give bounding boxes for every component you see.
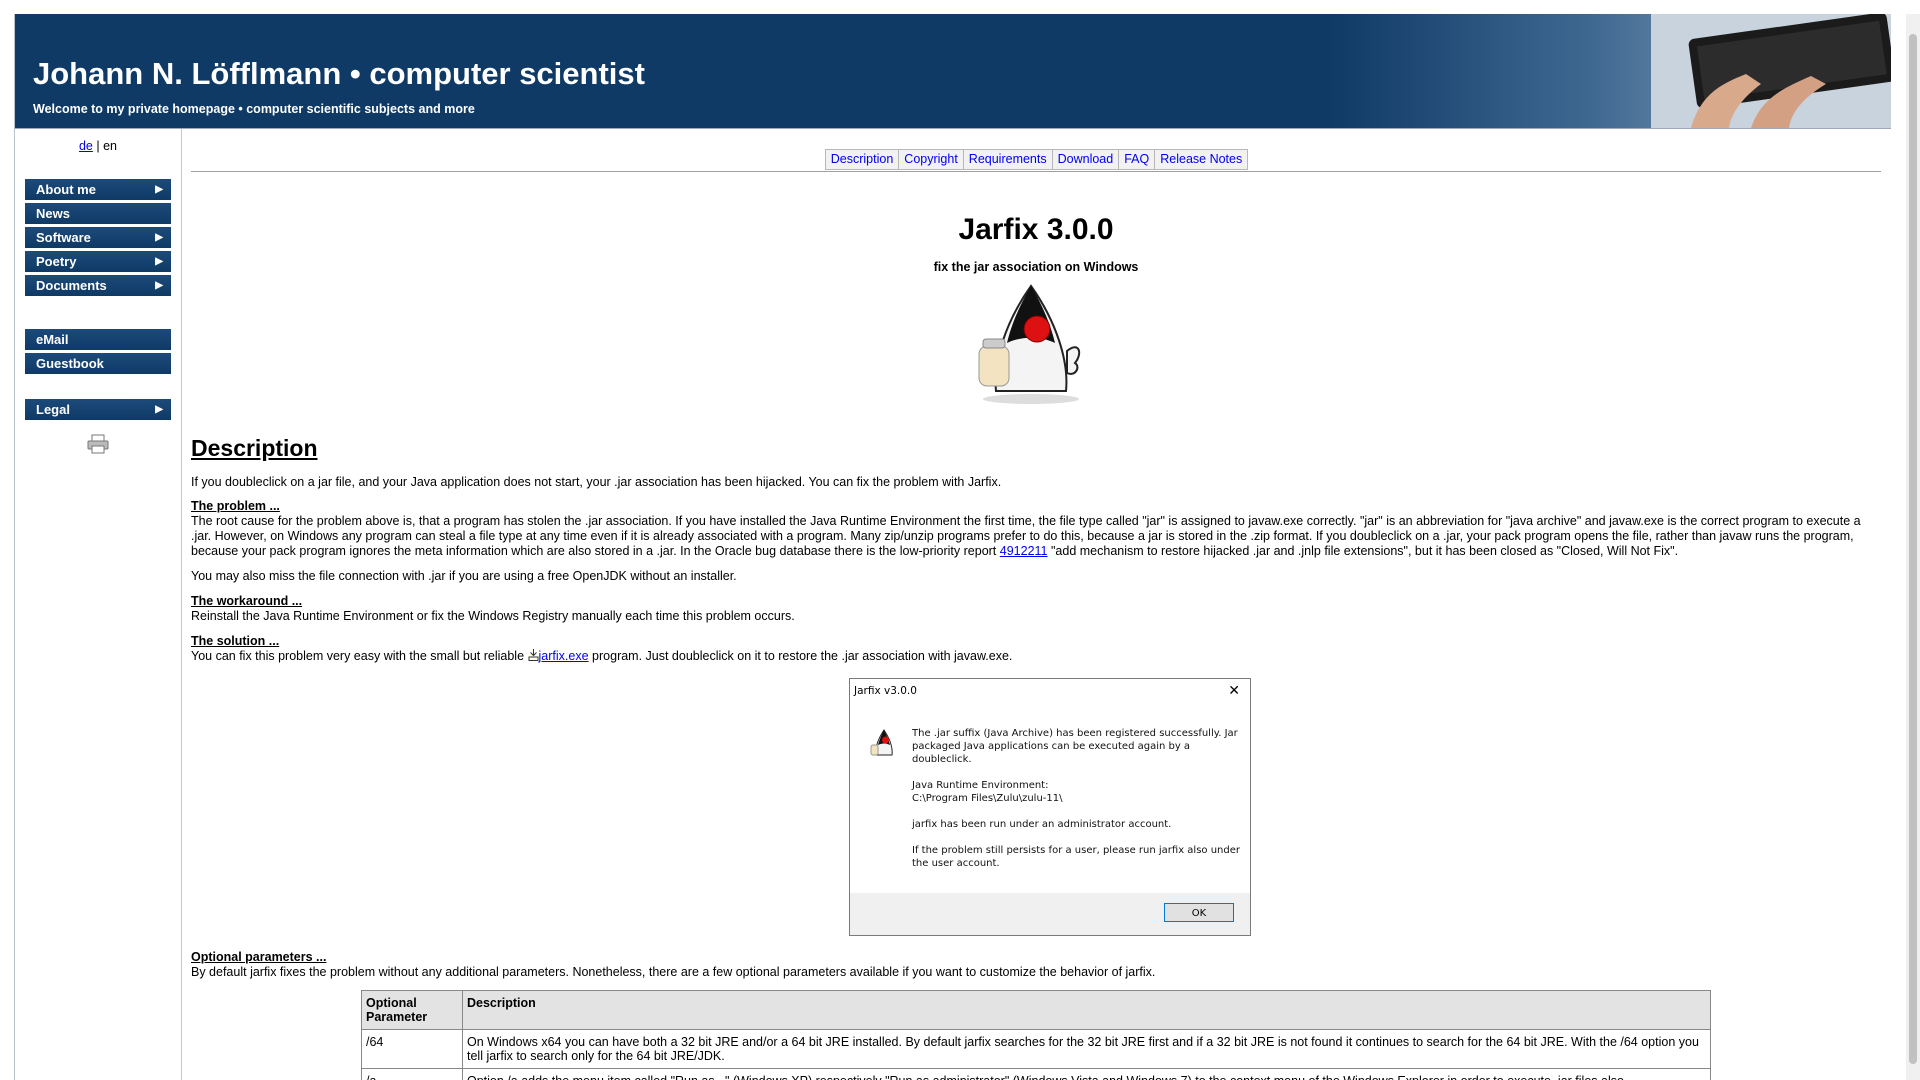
tab-download[interactable]: Download (1051, 149, 1120, 170)
menu-item-label: Legal (36, 402, 70, 417)
table-cell-param: /a (361, 1068, 463, 1080)
optional-text: By default jarfix fixes the problem with… (191, 965, 1156, 979)
scrollbar-thumb[interactable] (1909, 34, 1917, 1064)
vertical-scrollbar[interactable] (1906, 14, 1920, 1080)
tab-requirements[interactable]: Requirements (962, 149, 1053, 170)
legal-menu: Legal ▶ (25, 399, 171, 423)
menu-item-label: Documents (36, 278, 107, 293)
openjdk-text: You may also miss the file connection wi… (191, 569, 737, 583)
table-cell-desc: On Windows x64 you can have both a 32 bi… (462, 1029, 1711, 1069)
intro-text: If you doubleclick on a jar file, and yo… (191, 475, 1002, 489)
table-header-row: Optional Parameter Description (361, 990, 1711, 1030)
site-title: Johann N. Löfflmann • computer scientist (33, 56, 645, 91)
submenu-arrow-icon: ▶ (155, 404, 163, 415)
main-content: Description Copyright Requirements Downl… (191, 129, 1881, 1080)
menu-item-label: Poetry (36, 254, 77, 269)
dialog-titlebar: Jarfix v3.0.0 ✕ (850, 679, 1250, 703)
submenu-arrow-icon: ▶ (155, 256, 163, 267)
menu-item-label: eMail (36, 332, 69, 347)
submenu-arrow-icon: ▶ (155, 184, 163, 195)
optional-heading-label: Optional parameters ... (191, 950, 327, 964)
lang-separator: | (96, 139, 100, 153)
close-icon: ✕ (1228, 683, 1240, 699)
section-tabs: Description Copyright Requirements Downl… (191, 149, 1881, 172)
table-header-param: Optional Parameter (361, 990, 463, 1030)
solution-text: You can fix this problem very easy with … (191, 649, 1881, 664)
contact-menu: eMail Guestbook (25, 329, 171, 377)
table-cell-param: /64 (361, 1029, 463, 1069)
page-subtitle: fix the jar association on Windows (933, 260, 1139, 274)
table-cell-desc: Option /a adds the menu item called "Run… (462, 1068, 1711, 1080)
language-switcher: de | en (15, 139, 181, 153)
dialog-line-user: If the problem still persists for a user… (912, 845, 1240, 869)
site-header: Johann N. Löfflmann • computer scientist… (15, 14, 1891, 129)
page-title: Jarfix 3.0.0 (958, 213, 1114, 246)
jarfix-download-link[interactable]: jarfix.exe (539, 649, 589, 663)
tab-release-notes[interactable]: Release Notes (1154, 149, 1249, 170)
download-icon (528, 649, 539, 661)
submenu-arrow-icon: ▶ (155, 232, 163, 243)
workaround-heading-label: The workaround ... (191, 594, 303, 608)
lang-de-link[interactable]: de (79, 139, 93, 153)
workaround-heading: The workaround ... (191, 594, 1881, 609)
table-header-desc: Description (462, 990, 1711, 1030)
problem-text: The root cause for the problem above is,… (191, 514, 1881, 559)
table-row: /64 On Windows x64 you can have both a 3… (361, 1029, 1711, 1069)
menu-item-label: News (36, 206, 70, 221)
tab-faq[interactable]: FAQ (1118, 149, 1156, 170)
dialog-line-admin: jarfix has been run under an administrat… (912, 819, 1172, 830)
section-heading-description: Description (191, 435, 318, 461)
table-row: /a Option /a adds the menu item called "… (361, 1068, 1711, 1080)
java-duke-small-icon (870, 729, 893, 756)
solution-text-body: You can fix this problem very easy with … (191, 649, 525, 663)
submenu-arrow-icon: ▶ (155, 280, 163, 291)
solution-heading: The solution ... (191, 634, 1881, 649)
lang-en-current: en (103, 139, 118, 153)
menu-item-legal[interactable]: Legal ▶ (25, 399, 171, 420)
dialog-line-jre: Java Runtime Environment: C:\Program Fil… (912, 779, 1242, 805)
problem-heading-label: The problem ... (191, 499, 280, 513)
java-duke-mascot-icon (978, 284, 1081, 404)
menu-item-label: Software (36, 230, 91, 245)
solution-heading-label: The solution ... (191, 634, 280, 648)
keyboard-hands-image (1651, 14, 1891, 128)
menu-item-label: About me (36, 182, 96, 197)
left-sidebar: de | en About me ▶ News Software ▶ Poetr… (15, 129, 182, 1080)
dialog-message: The .jar suffix (Java Archive) has been … (912, 727, 1242, 883)
dialog-line-success: The .jar suffix (Java Archive) has been … (912, 728, 1238, 765)
menu-item-about-me[interactable]: About me ▶ (25, 179, 171, 200)
dialog-footer: OK (850, 893, 1250, 935)
optional-parameters-table: Optional Parameter Description /64 On Wi… (361, 990, 1711, 1080)
dialog-jre-path: C:\Program Files\Zulu\zulu-11\ (912, 793, 1063, 804)
workaround-text: Reinstall the Java Runtime Environment o… (191, 609, 795, 623)
main-menu: About me ▶ News Software ▶ Poetry ▶ Docu… (25, 179, 171, 299)
solution-text-end: program. Just doubleclick on it to resto… (592, 649, 1013, 663)
dialog-ok-button: OK (1164, 903, 1234, 922)
print-icon[interactable] (87, 434, 109, 454)
problem-text-end: "add mechanism to restore hijacked .jar … (1051, 544, 1679, 558)
tab-description[interactable]: Description (824, 149, 900, 170)
bug-report-link[interactable]: 4912211 (1000, 544, 1048, 558)
menu-item-guestbook[interactable]: Guestbook (25, 353, 171, 374)
dialog-jre-label: Java Runtime Environment: (912, 780, 1049, 791)
problem-heading: The problem ... (191, 499, 1881, 514)
jarfix-dialog-screenshot: Jarfix v3.0.0 ✕ The .jar suffix (Java Ar… (849, 678, 1251, 936)
tab-copyright[interactable]: Copyright (898, 149, 964, 170)
page: Johann N. Löfflmann • computer scientist… (14, 14, 1891, 1080)
dialog-title: Jarfix v3.0.0 (854, 685, 917, 697)
menu-item-poetry[interactable]: Poetry ▶ (25, 251, 171, 272)
menu-item-software[interactable]: Software ▶ (25, 227, 171, 248)
menu-item-label: Guestbook (36, 356, 104, 371)
optional-heading: Optional parameters ... (191, 950, 1881, 965)
menu-item-email[interactable]: eMail (25, 329, 171, 350)
menu-item-news[interactable]: News (25, 203, 171, 224)
menu-item-documents[interactable]: Documents ▶ (25, 275, 171, 296)
site-subtitle: Welcome to my private homepage • compute… (33, 102, 475, 116)
